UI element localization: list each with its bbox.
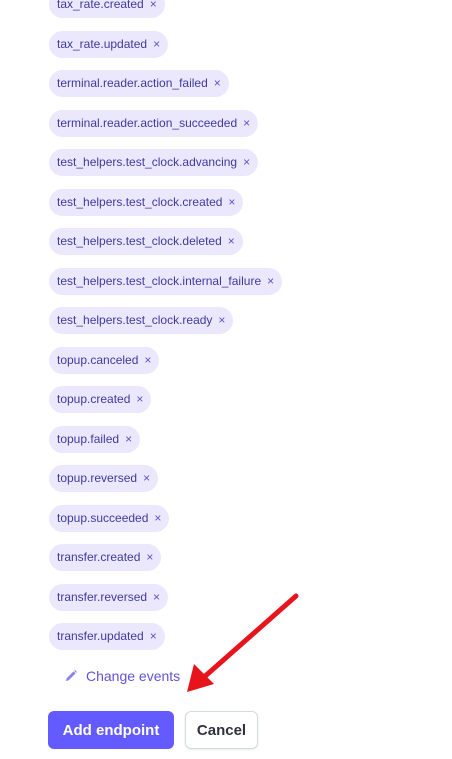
close-icon[interactable]: ×	[153, 31, 160, 58]
event-chip-label: test_helpers.test_clock.created	[57, 194, 223, 209]
event-chip: transfer.reversed ×	[49, 583, 169, 611]
event-chip: topup.created ×	[49, 386, 152, 413]
close-icon[interactable]: ×	[243, 149, 250, 176]
close-icon[interactable]: ×	[136, 386, 143, 413]
pencil-icon	[66, 670, 77, 681]
event-chip-label: tax_rate.updated	[57, 36, 148, 51]
event-chip-label: topup.failed	[57, 431, 120, 446]
selected-events-list: tax_rate.created × tax_rate.updated × termin…	[49, 0, 283, 663]
event-chip: test_helpers.test_clock.internal_failure…	[49, 267, 283, 295]
event-chip: test_helpers.test_clock.deleted ×	[49, 228, 243, 255]
event-chip: terminal.reader.action_succeeded ×	[49, 109, 259, 137]
close-icon[interactable]: ×	[144, 347, 151, 374]
event-chip: terminal.reader.action_failed ×	[49, 70, 229, 97]
event-chip-label: transfer.created	[57, 550, 141, 564]
annotation-arrow-head	[187, 664, 214, 692]
event-chip-label: tax_rate.created	[57, 0, 144, 11]
event-chip-label: terminal.reader.action_failed	[57, 76, 208, 90]
event-chip: transfer.created ×	[49, 544, 162, 571]
add-endpoint-button[interactable]: Add endpoint	[48, 711, 174, 749]
close-icon[interactable]: ×	[125, 426, 132, 453]
event-chip-label: test_helpers.test_clock.advancing	[57, 155, 238, 169]
event-chip: topup.canceled ×	[49, 346, 160, 374]
event-chip-label: transfer.reversed	[57, 589, 148, 604]
close-icon[interactable]: ×	[228, 189, 235, 216]
event-chip-label: topup.created	[57, 392, 131, 406]
change-events-label: Change events	[86, 668, 181, 684]
event-chip-label: test_helpers.test_clock.internal_failure	[57, 273, 262, 288]
event-chip-label: transfer.updated	[57, 629, 144, 643]
close-icon[interactable]: ×	[150, 0, 157, 18]
event-chip: test_helpers.test_clock.ready ×	[49, 307, 234, 334]
event-chip-label: test_helpers.test_clock.ready	[57, 313, 213, 327]
event-chip: topup.succeeded ×	[49, 504, 170, 532]
close-icon[interactable]: ×	[154, 505, 161, 532]
close-icon[interactable]: ×	[143, 465, 150, 492]
event-chip-label: topup.reversed	[57, 471, 138, 485]
close-icon[interactable]: ×	[218, 307, 225, 334]
cancel-button[interactable]: Cancel	[185, 711, 258, 749]
close-icon[interactable]: ×	[150, 623, 157, 650]
event-chip: transfer.updated ×	[49, 623, 165, 650]
close-icon[interactable]: ×	[153, 584, 160, 611]
event-chip: test_helpers.test_clock.created ×	[49, 188, 244, 216]
event-chip: test_helpers.test_clock.advancing ×	[49, 149, 259, 176]
event-chip: tax_rate.updated ×	[49, 30, 169, 58]
event-chip-label: topup.canceled	[57, 352, 139, 367]
close-icon[interactable]: ×	[228, 228, 235, 255]
change-events-link[interactable]: Change events	[64, 668, 180, 684]
close-icon[interactable]: ×	[267, 268, 274, 295]
event-chip-label: topup.succeeded	[57, 510, 149, 525]
close-icon[interactable]: ×	[214, 70, 221, 97]
event-chip: tax_rate.created ×	[49, 0, 165, 18]
event-chip-label: terminal.reader.action_succeeded	[57, 115, 238, 130]
close-icon[interactable]: ×	[146, 544, 153, 571]
event-chip-label: test_helpers.test_clock.deleted	[57, 234, 222, 248]
event-chip: topup.reversed ×	[49, 465, 159, 492]
event-chip: topup.failed ×	[49, 425, 141, 453]
close-icon[interactable]: ×	[243, 110, 250, 137]
